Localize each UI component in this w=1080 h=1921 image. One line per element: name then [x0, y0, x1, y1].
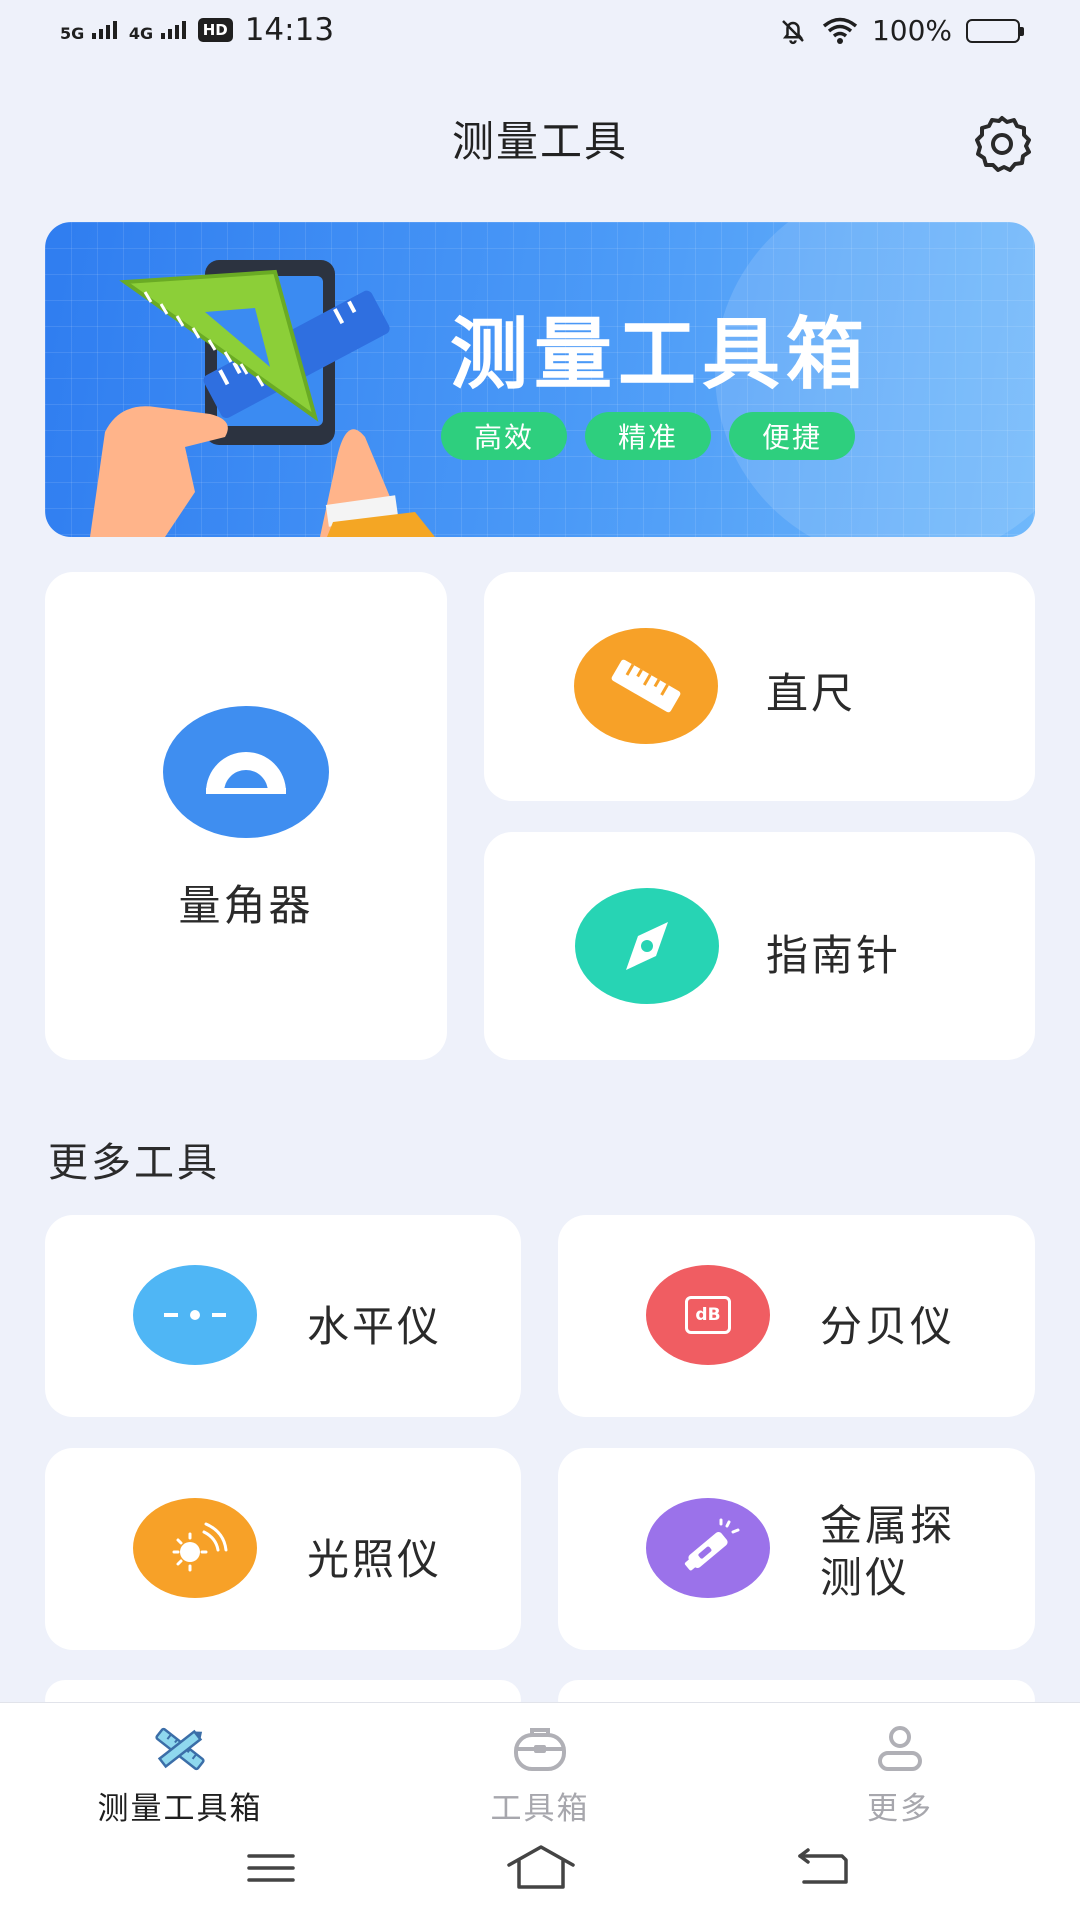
tool-label: 指南针	[766, 931, 902, 980]
ruler-icon	[574, 628, 718, 744]
nav-item-toolbox[interactable]: 工具箱	[410, 1725, 670, 1828]
net-label-4g: 4G	[128, 23, 154, 43]
banner-title: 测量工具箱	[450, 310, 871, 400]
tool-label: 分贝仪	[820, 1302, 956, 1351]
metal-detector-card[interactable]: 金属探 测仪	[558, 1448, 1035, 1650]
signal-bars-icon	[160, 19, 186, 39]
signal-4g: 4G	[129, 19, 186, 42]
banner-tag: 高效	[441, 412, 567, 460]
nav-item-more[interactable]: 更多	[770, 1725, 1030, 1828]
nav-item-measure-toolbox[interactable]: 测量工具箱	[50, 1725, 310, 1828]
nav-label: 测量工具箱	[97, 1791, 263, 1827]
signal-5g: 5G	[60, 19, 117, 42]
nav-label: 工具箱	[490, 1791, 590, 1827]
user-icon	[878, 1726, 922, 1771]
section-title-more-tools: 更多工具	[48, 1140, 220, 1186]
settings-gear-icon[interactable]	[970, 112, 1034, 176]
tool-label: 量角器	[178, 881, 314, 930]
decibel-card[interactable]: dB 分贝仪	[558, 1215, 1035, 1417]
tool-label: 光照仪	[307, 1535, 443, 1584]
measuring-illustration-icon	[90, 260, 435, 537]
metal-detector-icon	[646, 1498, 770, 1598]
tool-label: 水平仪	[307, 1302, 443, 1351]
battery-percent: 100%	[871, 14, 952, 47]
back-icon[interactable]	[796, 1848, 850, 1890]
status-bar: 5G 4G HD 14:13 100%	[0, 0, 1080, 70]
toolbox-icon	[514, 1728, 566, 1771]
light-meter-icon	[133, 1498, 257, 1598]
compass-icon	[575, 888, 719, 1004]
status-time: 14:13	[244, 12, 335, 48]
promo-banner[interactable]: 测量工具箱 高效 精准 便捷	[45, 222, 1035, 537]
page-title: 测量工具	[451, 117, 628, 166]
ruler-card[interactable]: 直尺	[484, 572, 1035, 801]
menu-icon[interactable]	[245, 1848, 297, 1888]
tool-label-metal-detector: 金属探 测仪	[820, 1500, 955, 1604]
status-right: 100%	[778, 14, 1024, 47]
banner-tag: 便捷	[729, 412, 855, 460]
compass-card[interactable]: 指南针	[484, 832, 1035, 1060]
hd-badge: HD	[197, 18, 233, 42]
protractor-icon	[163, 706, 329, 838]
tool-label-line: 金属探	[820, 1501, 956, 1550]
net-label-5g: 5G	[60, 23, 85, 43]
battery-icon	[966, 18, 1024, 43]
level-icon	[133, 1265, 257, 1365]
decibel-icon: dB	[646, 1265, 770, 1365]
wifi-icon	[822, 17, 858, 44]
status-left: 5G 4G HD 14:13	[60, 12, 334, 48]
home-icon[interactable]	[505, 1843, 577, 1893]
banner-tag: 精准	[585, 412, 711, 460]
tool-label-line: 测仪	[820, 1553, 911, 1602]
decibel-icon-text: dB	[685, 1296, 731, 1334]
level-card[interactable]: 水平仪	[45, 1215, 521, 1417]
light-meter-card[interactable]: 光照仪	[45, 1448, 521, 1650]
nav-label: 更多	[867, 1791, 933, 1827]
ruler-pencil-icon	[155, 1727, 205, 1771]
signal-bars-icon	[91, 19, 117, 39]
protractor-card[interactable]: 量角器	[45, 572, 447, 1060]
mute-bell-icon	[782, 19, 804, 44]
tool-label: 直尺	[766, 669, 857, 718]
